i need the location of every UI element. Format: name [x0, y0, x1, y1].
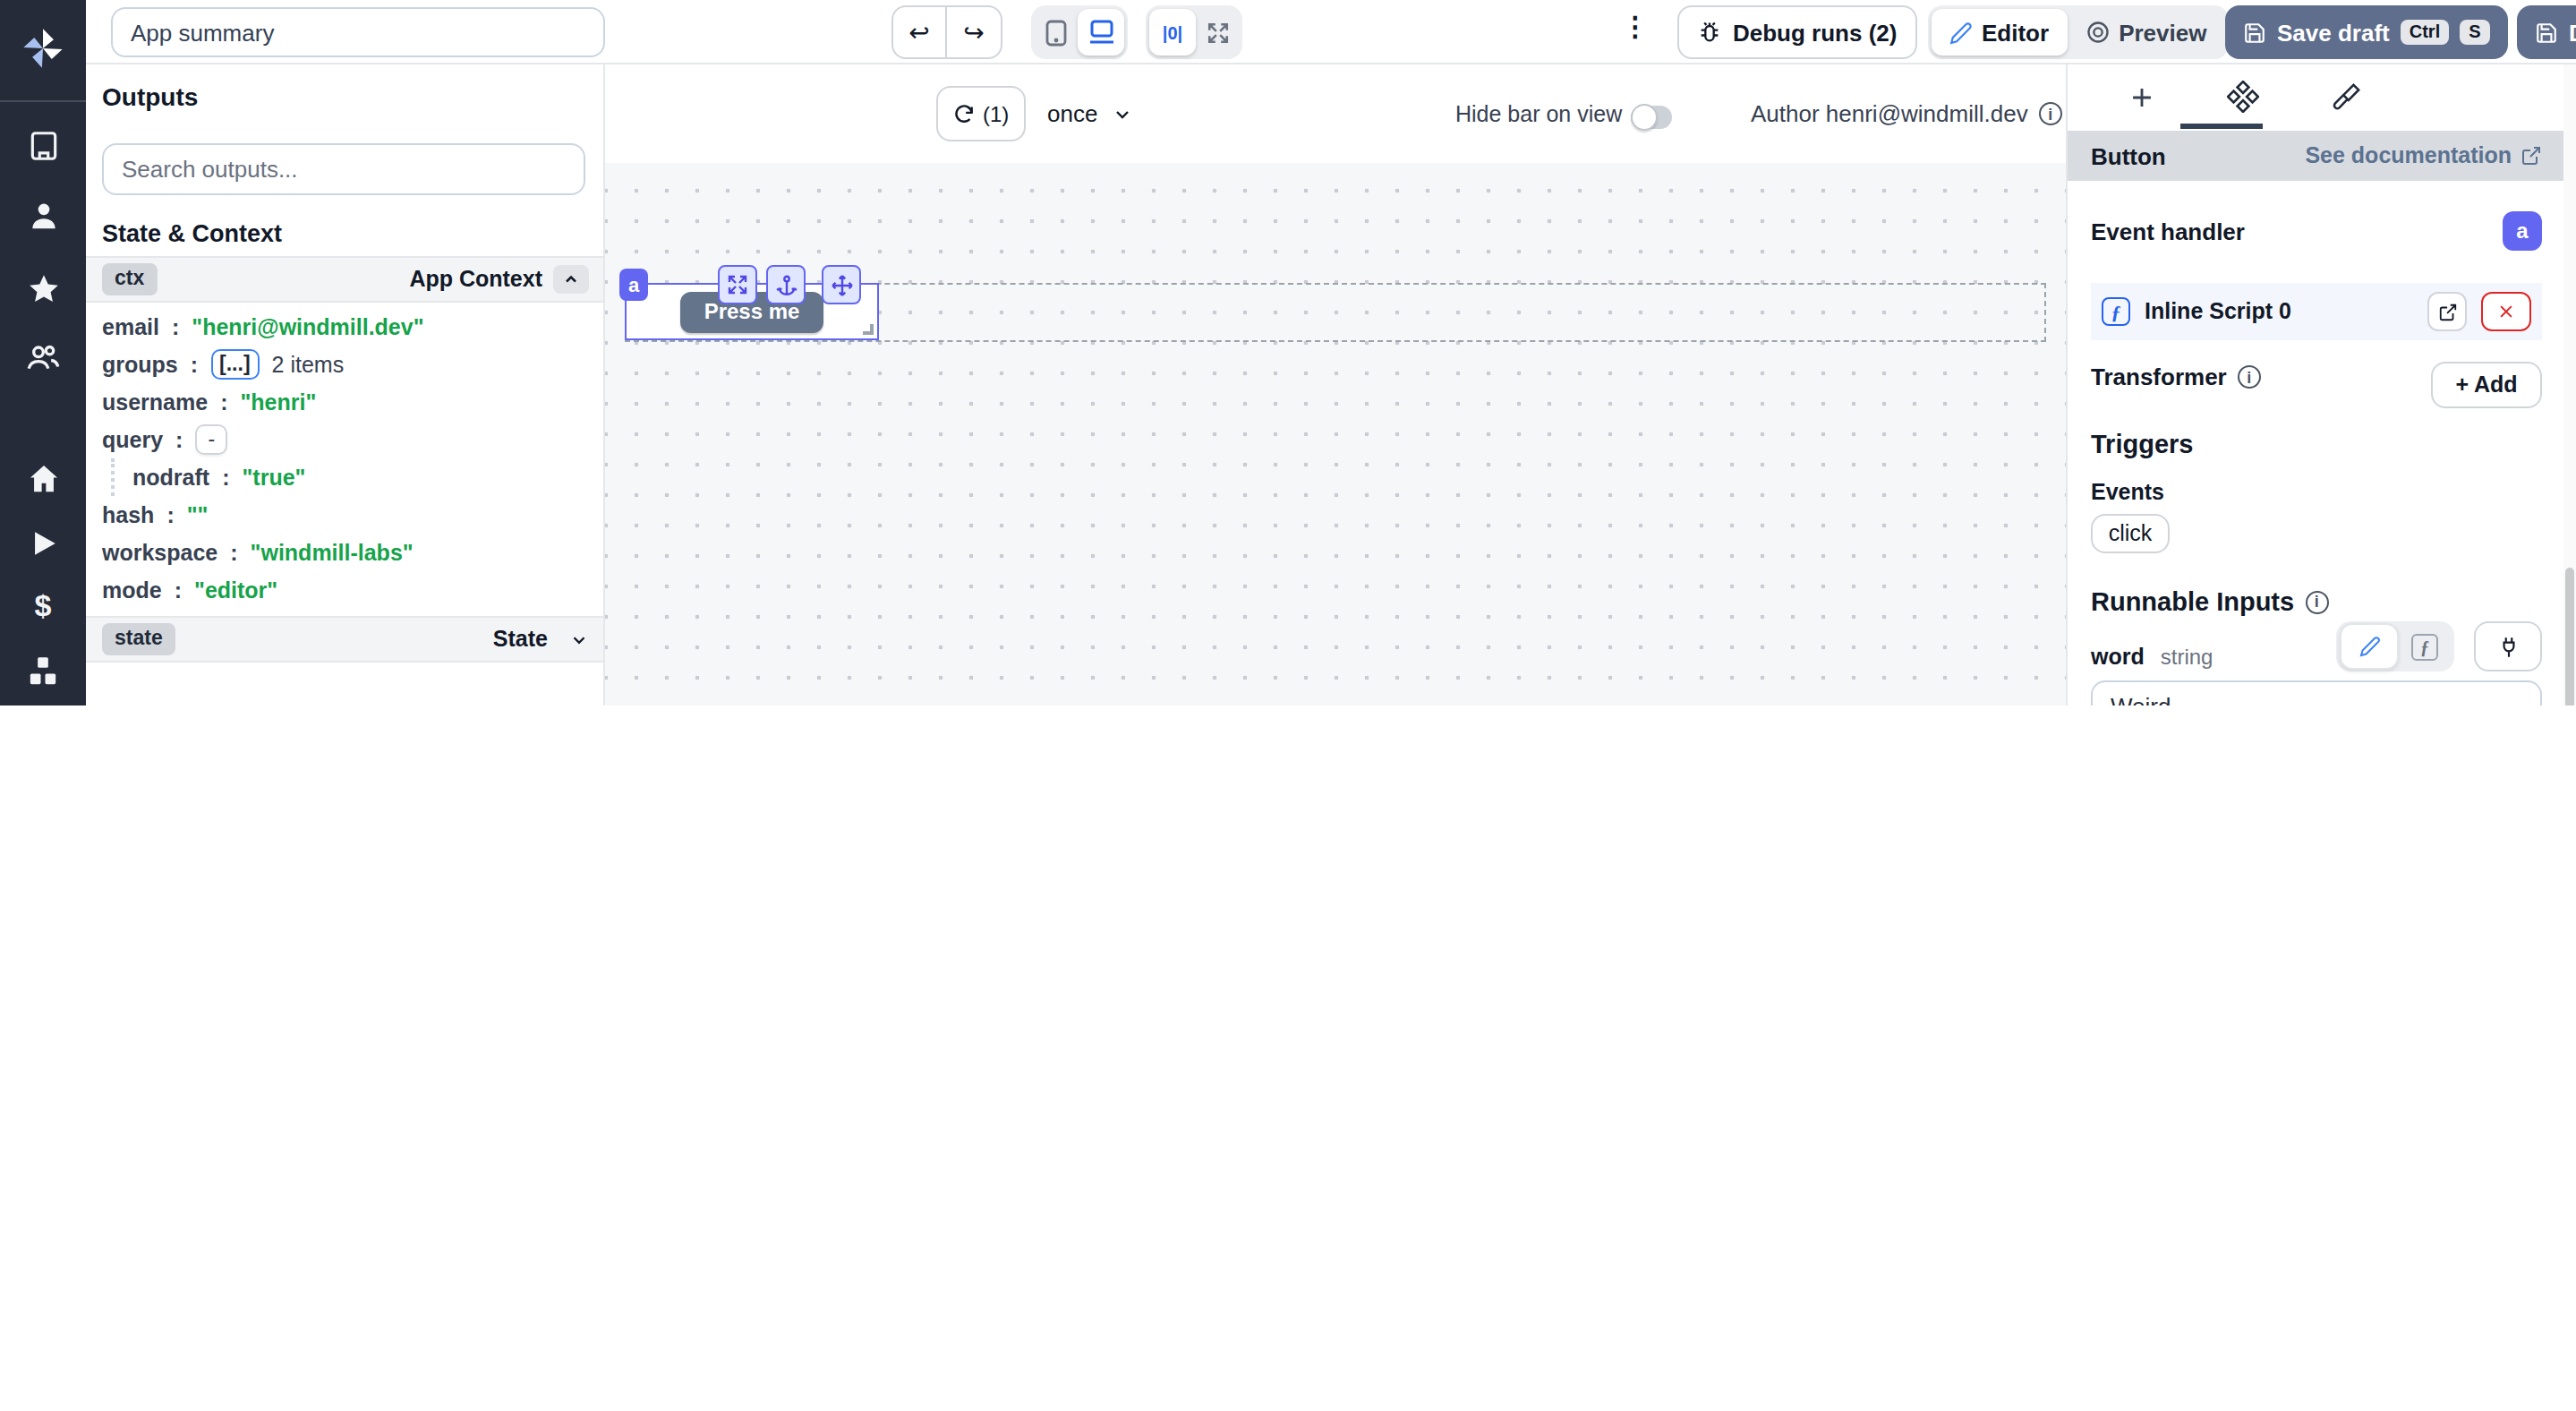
transformer-title: Transformeri: [2091, 363, 2261, 390]
click-event-chip: click: [2091, 514, 2170, 553]
move-handle-icon[interactable]: [822, 265, 861, 304]
state-chip: state: [102, 623, 175, 655]
resize-handle[interactable]: [863, 324, 874, 335]
tab-preview[interactable]: Preview: [2067, 9, 2224, 56]
star-icon[interactable]: [0, 265, 86, 312]
hide-bar-label: Hide bar on view: [1455, 102, 1622, 127]
schedule-dropdown[interactable]: once: [1047, 100, 1133, 127]
topbar: App summary ↩ ↪ |0| ⋮ Debug runs (2): [86, 0, 2576, 64]
anchor-handle-icon[interactable]: [766, 265, 806, 304]
refresh-button[interactable]: (1): [936, 86, 1025, 141]
deploy-button[interactable]: Deploy: [2517, 5, 2576, 59]
home-icon[interactable]: [0, 455, 86, 501]
output-kv-row: groups:[...]2 items: [86, 346, 605, 383]
device-toggle: [1031, 5, 1128, 59]
ctx-section-row[interactable]: ctx App Context: [86, 256, 605, 303]
tab-styling[interactable]: [2295, 64, 2395, 129]
buildings-icon[interactable]: [0, 122, 86, 168]
component-type: Button: [2091, 142, 2166, 169]
ctx-chip: ctx: [102, 263, 157, 295]
tab-insert[interactable]: [2091, 64, 2191, 129]
hide-bar-toggle[interactable]: [1631, 106, 1672, 129]
function-icon: ƒ: [2102, 297, 2130, 326]
output-kv-row: query:-: [86, 421, 605, 458]
windmill-logo[interactable]: [0, 25, 86, 72]
kebab-menu[interactable]: ⋮: [1622, 11, 1649, 43]
app-canvas: (1) once Hide bar on view Author henri@w…: [605, 64, 2066, 706]
layout-toggle: |0|: [1146, 5, 1242, 59]
play-icon[interactable]: [0, 519, 86, 566]
static-template-toggle: ƒ: [2336, 621, 2454, 671]
chevron-down-icon: [1112, 103, 1133, 124]
windmill-app-editor: $ App summary ↩ ↪ |0| ⋮ Debug runs (2): [0, 0, 2576, 706]
output-kv-row: hash:"": [86, 496, 605, 534]
output-kv-row: username:"henri": [86, 383, 605, 421]
search-outputs-input[interactable]: Search outputs...: [102, 143, 585, 195]
remove-script-button[interactable]: [2481, 292, 2531, 331]
state-section-row[interactable]: state State: [86, 616, 605, 663]
add-transformer-button[interactable]: + Add: [2431, 362, 2542, 408]
word-value-input[interactable]: Weird: [2091, 680, 2542, 706]
chevron-up-icon[interactable]: [553, 265, 589, 294]
word-input-label: word string: [2091, 645, 2213, 670]
user-icon[interactable]: [0, 192, 86, 238]
event-handler-script-row[interactable]: ƒ Inline Script 0: [2091, 283, 2542, 340]
output-kv-row: nodraft:"true": [86, 458, 605, 496]
dollar-icon[interactable]: $: [0, 584, 86, 630]
outputs-title: Outputs: [102, 82, 198, 111]
connect-plug-button[interactable]: [2474, 621, 2542, 671]
event-handler-title: Event handler: [2091, 218, 2245, 245]
info-icon[interactable]: i: [2039, 102, 2062, 125]
triggers-title: Triggers: [2091, 430, 2193, 458]
settings-panel: Button See documentation Event handler a…: [2066, 64, 2563, 706]
fx-mode-button[interactable]: ƒ: [2399, 633, 2451, 660]
state-context-title: State & Context: [102, 220, 282, 247]
info-icon[interactable]: i: [2238, 365, 2261, 389]
desktop-icon[interactable]: [1078, 9, 1124, 56]
external-link-icon: [2521, 145, 2542, 167]
expand-handle-icon[interactable]: [718, 265, 757, 304]
users-icon[interactable]: [0, 335, 86, 381]
output-kv-row: workspace:"windmill-labs": [86, 534, 605, 571]
component-id-badge: a: [619, 269, 648, 301]
output-kv-row: mode:"editor": [86, 571, 605, 609]
array-expand-chip[interactable]: [...]: [210, 349, 260, 380]
component-badge: a: [2503, 211, 2542, 251]
tab-editor[interactable]: Editor: [1932, 9, 2067, 56]
tab-settings[interactable]: [2193, 64, 2293, 129]
undo-redo-group: ↩ ↪: [891, 5, 1002, 59]
app-summary-input[interactable]: App summary: [111, 7, 605, 57]
outputs-panel: Outputs Search outputs... State & Contex…: [86, 64, 605, 706]
events-title: Events: [2091, 480, 2164, 505]
redo-button[interactable]: ↪: [947, 7, 1001, 57]
info-icon[interactable]: i: [2305, 590, 2328, 613]
see-documentation-link[interactable]: See documentation: [2305, 143, 2542, 168]
scrollbar[interactable]: [2563, 64, 2576, 706]
component-header-band: Button See documentation: [2068, 131, 2565, 181]
author-info: Author henri@windmill.devi: [1751, 100, 2062, 127]
app-sidebar: $: [0, 0, 86, 706]
editor-preview-toggle: Editor Preview: [1928, 5, 2228, 59]
output-kv-row: email:"henri@windmill.dev": [86, 308, 605, 346]
cubes-icon[interactable]: [0, 648, 86, 695]
empty-value-chip[interactable]: -: [195, 424, 227, 455]
fullwidth-icon[interactable]: [1196, 9, 1239, 56]
runnable-inputs-title: Runnable Inputsi: [2091, 587, 2328, 616]
open-script-button[interactable]: [2427, 292, 2467, 331]
canvas-grid[interactable]: Press me a − 100% +: [605, 163, 2066, 706]
center-layout-icon[interactable]: |0|: [1149, 9, 1196, 56]
chevron-down-icon[interactable]: [569, 629, 589, 649]
pencil-mode-button[interactable]: [2340, 623, 2399, 670]
save-draft-button[interactable]: Save draft CtrlS: [2225, 5, 2508, 59]
debug-runs-button[interactable]: Debug runs (2): [1677, 5, 1916, 59]
undo-button[interactable]: ↩: [893, 7, 947, 57]
mobile-icon[interactable]: [1035, 9, 1078, 56]
